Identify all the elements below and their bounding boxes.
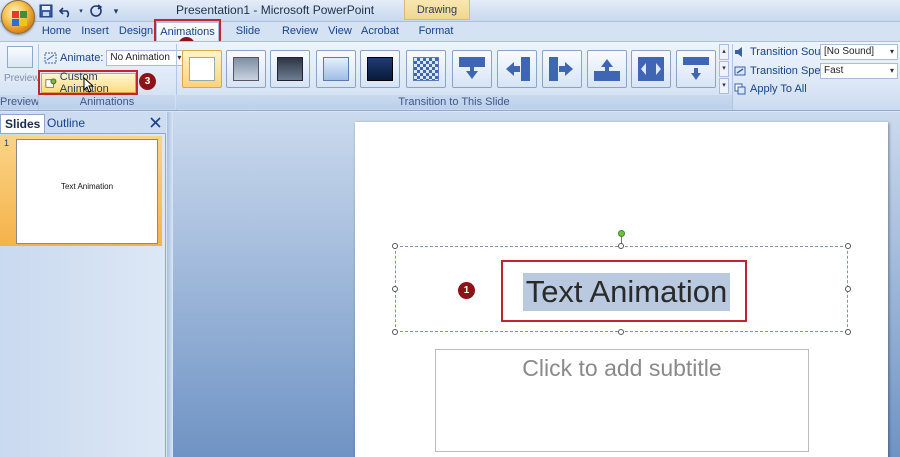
transition-fade-through-black[interactable] xyxy=(270,50,310,88)
step-badge-3: 3 xyxy=(139,73,156,90)
split-icon xyxy=(638,57,664,81)
resize-handle[interactable] xyxy=(845,243,851,249)
drawing-tools-label: Drawing Tools xyxy=(404,0,470,36)
transition-wipe-up[interactable] xyxy=(587,50,627,88)
slides-pane-tabs: Slides Outline xyxy=(0,112,166,134)
group-separator xyxy=(732,44,733,110)
arrow-down-icon xyxy=(459,57,485,79)
transition-speed-dropdown[interactable]: Fast ▾ xyxy=(820,63,898,79)
preview-group-label: Preview xyxy=(0,95,40,109)
redo-icon[interactable] xyxy=(88,3,104,19)
customize-qat-icon[interactable]: ▾ xyxy=(108,3,124,19)
preview-icon xyxy=(7,46,33,68)
speaker-icon xyxy=(735,47,742,57)
tab-slide-show[interactable]: Slide Show xyxy=(222,22,274,55)
transition-sound-value: [No Sound] xyxy=(824,46,875,57)
resize-handle[interactable] xyxy=(845,286,851,292)
subtitle-placeholder[interactable]: Click to add subtitle xyxy=(435,349,809,452)
tab-acrobat[interactable]: Acrobat xyxy=(360,22,400,41)
slide-workspace: Text Animation 1 Click to add subtitle xyxy=(167,112,900,457)
tab-format[interactable]: Format xyxy=(416,22,456,41)
resize-handle[interactable] xyxy=(392,243,398,249)
animate-dropdown[interactable]: No Animation ▾ xyxy=(106,50,185,66)
arrow-left-icon xyxy=(506,57,530,81)
speed-icon xyxy=(734,66,746,76)
chevron-down-icon: ▾ xyxy=(889,47,894,56)
step-badge-1: 1 xyxy=(458,282,475,299)
chevron-down-icon: ▾ xyxy=(177,53,182,62)
tab-review[interactable]: Review xyxy=(281,22,319,41)
undo-icon[interactable] xyxy=(58,3,74,19)
resize-handle[interactable] xyxy=(845,329,851,335)
tab-slides[interactable]: Slides xyxy=(0,114,46,133)
preview-button[interactable]: Preview xyxy=(4,44,40,94)
apply-to-all-label: Apply To All xyxy=(750,83,807,95)
transition-no-transition[interactable] xyxy=(182,50,222,88)
animate-row: Animate: No Animation ▾ xyxy=(44,50,185,66)
slides-pane: Slides Outline 1 Text Animation xyxy=(0,112,166,457)
transition-wipe-down[interactable] xyxy=(452,50,492,88)
arrow-up-icon xyxy=(594,59,620,81)
slide-thumbnail: Text Animation xyxy=(16,139,158,244)
arrow-right-icon xyxy=(549,57,573,81)
animate-label: Animate: xyxy=(60,52,104,64)
slide-canvas[interactable]: Text Animation 1 Click to add subtitle xyxy=(355,122,888,457)
ribbon-tab-row: Home Insert Design Animations Slide Show… xyxy=(0,22,900,55)
pane-splitter[interactable] xyxy=(167,112,173,457)
slide-title-text[interactable]: Text Animation xyxy=(523,273,730,311)
transition-cut[interactable] xyxy=(316,50,356,88)
transition-push-down[interactable] xyxy=(676,50,716,88)
transition-wipe-right[interactable] xyxy=(542,50,582,88)
tab-view[interactable]: View xyxy=(325,22,355,41)
save-icon[interactable] xyxy=(38,3,54,19)
preview-button-label: Preview xyxy=(4,73,40,84)
title-text-highlight: Text Animation xyxy=(501,260,747,322)
animate-dropdown-value: No Animation xyxy=(110,52,170,63)
apply-to-all-icon xyxy=(734,83,746,95)
transition-fade-smoothly[interactable] xyxy=(226,50,266,88)
resize-handle[interactable] xyxy=(392,329,398,335)
resize-handle[interactable] xyxy=(618,243,624,249)
close-icon[interactable] xyxy=(150,117,161,128)
custom-animation-highlight xyxy=(38,70,138,95)
animations-group-label: Animations xyxy=(39,95,175,109)
slide-thumbnail-title: Text Animation xyxy=(60,182,114,191)
apply-to-all-button[interactable]: Apply To All xyxy=(734,80,807,98)
transition-group-label: Transition to This Slide xyxy=(176,95,732,109)
undo-dropdown-icon[interactable]: ▾ xyxy=(78,3,84,19)
quick-access-toolbar: ▾ ▾ xyxy=(38,2,124,20)
transition-wipe-left[interactable] xyxy=(497,50,537,88)
window-title: Presentation1 - Microsoft PowerPoint xyxy=(176,3,375,17)
resize-handle[interactable] xyxy=(392,286,398,292)
gallery-scroll: ▴ ▾ ▾ xyxy=(719,44,729,94)
transition-speed-value: Fast xyxy=(824,65,844,76)
tab-insert[interactable]: Insert xyxy=(78,22,112,41)
slide-thumbnail-item[interactable]: 1 Text Animation xyxy=(0,136,162,246)
arrow-down-icon xyxy=(683,57,709,80)
title-bar: ▾ ▾ Presentation1 - Microsoft PowerPoint… xyxy=(0,0,900,36)
gallery-scroll-down-icon[interactable]: ▾ xyxy=(719,61,729,77)
chevron-down-icon: ▾ xyxy=(889,66,894,75)
animate-icon xyxy=(44,52,57,64)
transition-split[interactable] xyxy=(631,50,671,88)
office-button[interactable] xyxy=(1,0,35,34)
rotation-handle[interactable] xyxy=(618,230,625,237)
transition-cut-through-black[interactable] xyxy=(360,50,400,88)
tab-home[interactable]: Home xyxy=(38,22,75,41)
slide-number: 1 xyxy=(4,138,10,148)
tab-outline[interactable]: Outline xyxy=(43,114,89,133)
resize-handle[interactable] xyxy=(618,329,624,335)
transition-sound-dropdown[interactable]: [No Sound] ▾ xyxy=(820,44,898,60)
subtitle-placeholder-text: Click to add subtitle xyxy=(522,355,722,381)
transition-dissolve[interactable] xyxy=(406,50,446,88)
tab-design[interactable]: Design xyxy=(117,22,155,41)
gallery-scroll-up-icon[interactable]: ▴ xyxy=(719,44,729,60)
gallery-more-icon[interactable]: ▾ xyxy=(719,78,729,94)
